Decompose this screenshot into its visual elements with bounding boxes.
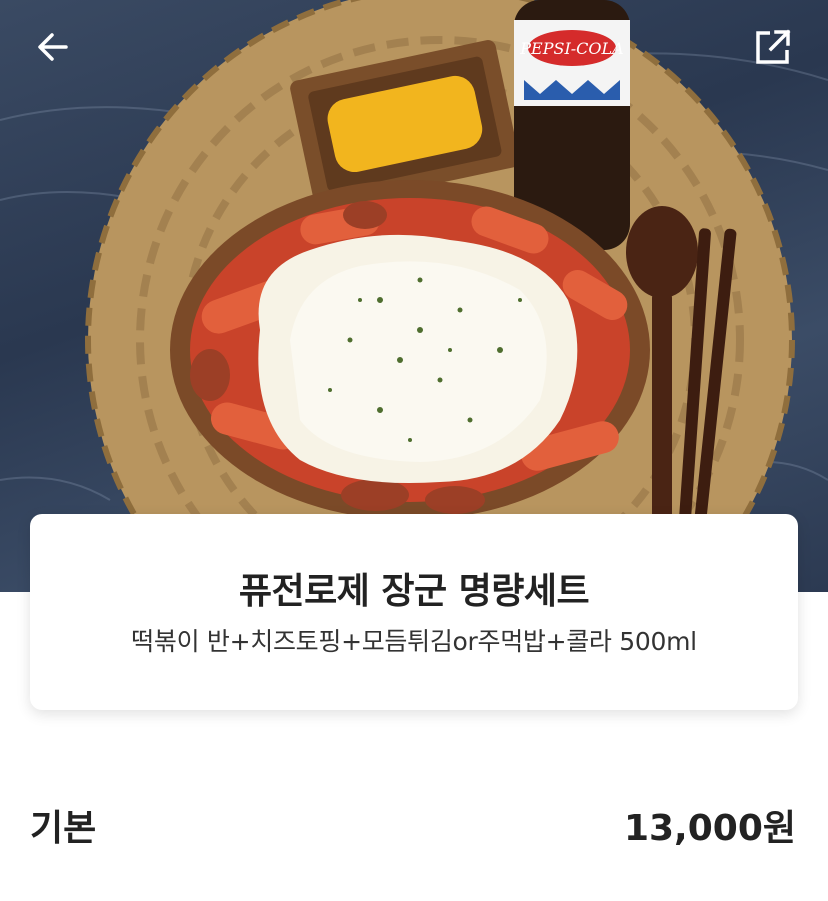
price-label: 기본 (30, 808, 97, 849)
product-description: 떡볶이 반+치즈토핑+모듬튀김or주먹밥+콜라 500ml (131, 627, 697, 656)
back-button[interactable] (28, 22, 78, 72)
arrow-left-icon (38, 33, 68, 61)
bottle-label: PEPSI-COLA (519, 39, 623, 58)
price-value: 13,000원 (623, 808, 796, 849)
product-title: 퓨전로제 장군 명량세트 (238, 571, 590, 612)
product-info-card: 퓨전로제 장군 명량세트 떡볶이 반+치즈토핑+모듬튀김or주먹밥+콜라 500… (30, 514, 798, 710)
price-row: 기본 13,000원 (30, 800, 796, 850)
share-external-icon (756, 29, 791, 64)
product-detail-page: PEPSI-COLA 퓨전로제 장군 명량세트 떡볶이 반+치즈토핑+모듬튀김o… (0, 0, 828, 901)
product-image: PEPSI-COLA (0, 0, 828, 592)
share-button[interactable] (748, 22, 798, 72)
